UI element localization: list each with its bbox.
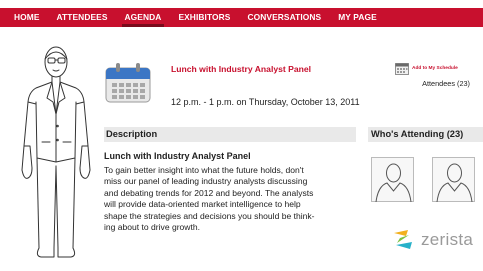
attendee-avatar[interactable] [371,157,414,203]
nav-agenda[interactable]: AGENDA [121,8,165,27]
zerista-logo: zerista [391,228,473,252]
zerista-logo-mark-icon [394,230,412,249]
description-body: To gain better insight into what the fut… [104,165,356,233]
event-time: 12 p.m. - 1 p.m. on Thursday, October 13… [171,97,360,107]
attendee-count[interactable]: Attendees (23) [422,79,470,88]
nav-attendees[interactable]: ATTENDEES [57,8,108,27]
whos-attending-heading: Who's Attending (23) [368,127,483,142]
top-nav: HOME ATTENDEES AGENDA EXHIBITORS CONVERS… [0,8,483,27]
description-subtitle: Lunch with Industry Analyst Panel [104,151,251,161]
user-placeholder-icon [375,163,412,203]
description-line: To gain better insight into what the fut… [104,165,304,175]
description-line: shape the strategies and decisions you s… [104,210,315,221]
attendee-avatar[interactable] [432,157,475,203]
add-to-schedule-button[interactable]: Add to My Schedule [395,62,458,75]
nav-my-page[interactable]: MY PAGE [338,8,377,27]
description-heading: Description [104,127,356,142]
person-illustration [21,46,91,258]
calendar-icon [105,63,151,103]
add-to-schedule-label: Add to My Schedule [412,66,458,71]
nav-conversations[interactable]: CONVERSATIONS [247,8,321,27]
schedule-calendar-icon [395,63,409,75]
user-placeholder-icon [436,163,473,203]
zerista-logo-text: zerista [421,230,474,249]
description-line: and debating trends for 2012 and beyond.… [104,187,314,198]
nav-exhibitors[interactable]: EXHIBITORS [178,8,230,27]
event-title: Lunch with Industry Analyst Panel [171,64,312,74]
description-line: ing about to drive growth. [104,222,200,233]
nav-home[interactable]: HOME [14,8,40,27]
description-line: miss our panel of leading industry analy… [104,176,308,187]
description-line: will provide data-oriented market intell… [104,199,301,210]
